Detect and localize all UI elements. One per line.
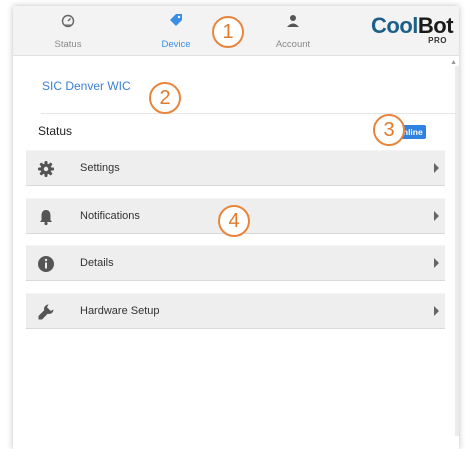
- person-icon: [287, 14, 299, 33]
- tab-account[interactable]: Account: [253, 6, 333, 56]
- menu-item-label: Notifications: [80, 210, 140, 222]
- menu-item-label: Details: [80, 257, 114, 269]
- menu-item-label: Settings: [80, 162, 120, 174]
- chevron-right-icon: [434, 258, 439, 268]
- device-name-link[interactable]: SIC Denver WIC: [42, 79, 131, 93]
- scrollbar[interactable]: [455, 66, 459, 436]
- logo-text: CoolBot: [371, 13, 454, 38]
- menu-item-details[interactable]: Details: [26, 245, 445, 281]
- chevron-right-icon: [434, 306, 439, 316]
- app-window: Status Device Account CoolBot PRO ▲ SIC …: [13, 6, 459, 449]
- status-heading: Status: [38, 124, 73, 138]
- bell-icon: [37, 208, 55, 226]
- callout-marker-3: 3: [373, 114, 405, 146]
- speedometer-icon: [61, 14, 75, 33]
- tag-icon: [168, 14, 184, 33]
- tab-account-label: Account: [275, 39, 311, 50]
- callout-marker-1: 1: [212, 16, 244, 48]
- tab-device-label: Device: [161, 39, 191, 50]
- callout-marker-4: 4: [218, 205, 250, 237]
- menu-item-hardware-setup[interactable]: Hardware Setup: [26, 293, 445, 329]
- tab-status-label: Status: [54, 39, 82, 50]
- scroll-up-arrow-icon[interactable]: ▲: [450, 59, 457, 66]
- tab-status[interactable]: Status: [28, 6, 108, 56]
- menu-item-label: Hardware Setup: [80, 305, 160, 317]
- coolbot-pro-logo: CoolBot PRO: [371, 13, 454, 50]
- callout-marker-2: 2: [149, 82, 181, 114]
- gear-icon: [37, 160, 55, 178]
- info-icon: [37, 255, 55, 273]
- menu-item-settings[interactable]: Settings: [26, 150, 445, 186]
- wrench-icon: [37, 303, 55, 321]
- chevron-right-icon: [434, 163, 439, 173]
- logo-pro: PRO: [428, 36, 447, 45]
- tab-device[interactable]: Device: [136, 6, 216, 56]
- chevron-right-icon: [434, 211, 439, 221]
